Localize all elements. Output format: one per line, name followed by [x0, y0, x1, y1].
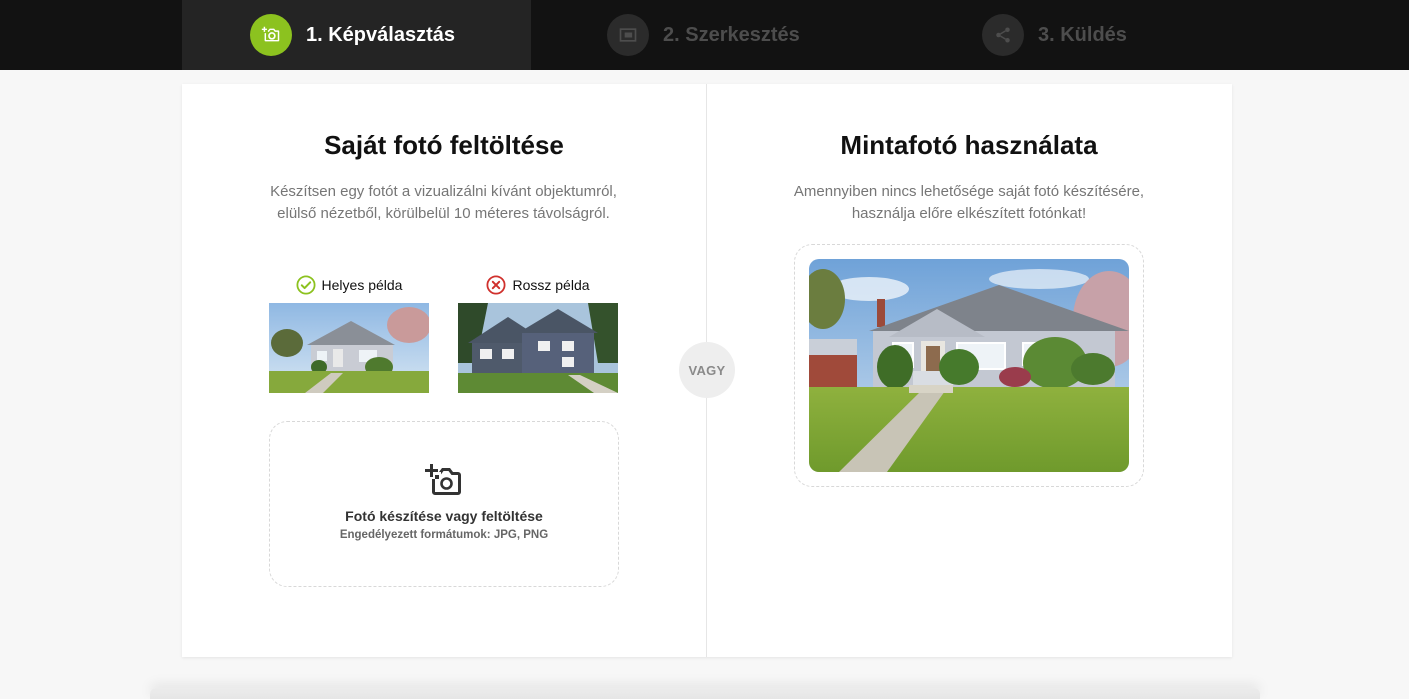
- next-section-edge: [150, 688, 1260, 699]
- own-photo-title: Saját fotó feltöltése: [324, 130, 564, 160]
- crop-icon: [607, 14, 649, 56]
- add-photo-icon: [250, 14, 292, 56]
- good-example-label: Helyes példa: [321, 277, 403, 293]
- bad-example-image: [458, 303, 618, 393]
- image-selection-card: VAGY Saját fotó feltöltése Készítsen egy…: [182, 84, 1232, 657]
- step-navigation: 1. Képválasztás 2. Szerkesztés 3. Küldés: [0, 0, 1409, 70]
- or-separator: VAGY: [679, 342, 735, 398]
- share-icon: [982, 14, 1024, 56]
- sample-photo-option[interactable]: [794, 244, 1144, 487]
- step-label: 2. Szerkesztés: [663, 23, 800, 46]
- upload-formats: Engedélyezett formátumok: JPG, PNG: [339, 529, 549, 541]
- step-label: 1. Képválasztás: [306, 23, 455, 46]
- good-example: Helyes példa: [269, 273, 429, 393]
- good-example-image: [269, 303, 429, 393]
- upload-title: Fotó készítése vagy feltöltése: [345, 508, 543, 524]
- step-label: 3. Küldés: [1038, 23, 1127, 46]
- add-photo-icon: [425, 464, 463, 503]
- x-circle-icon: [486, 275, 506, 295]
- own-photo-description: Készítsen egy fotót a vizualizálni kíván…: [270, 183, 617, 222]
- sample-photo-title: Mintafotó használata: [840, 130, 1098, 160]
- step-editing[interactable]: 2. Szerkesztés: [531, 0, 880, 70]
- sample-photo-description: Amennyiben nincs lehetősége saját fotó k…: [793, 183, 1145, 222]
- step-sending[interactable]: 3. Küldés: [880, 0, 1232, 70]
- check-circle-icon: [296, 275, 316, 295]
- bad-example-label: Rossz példa: [512, 277, 590, 293]
- bad-example: Rossz példa: [458, 273, 618, 393]
- sample-house-image: [809, 259, 1129, 472]
- photo-upload-dropzone[interactable]: Fotó készítése vagy feltöltése Engedélye…: [269, 421, 619, 587]
- step-image-selection[interactable]: 1. Képválasztás: [182, 0, 531, 70]
